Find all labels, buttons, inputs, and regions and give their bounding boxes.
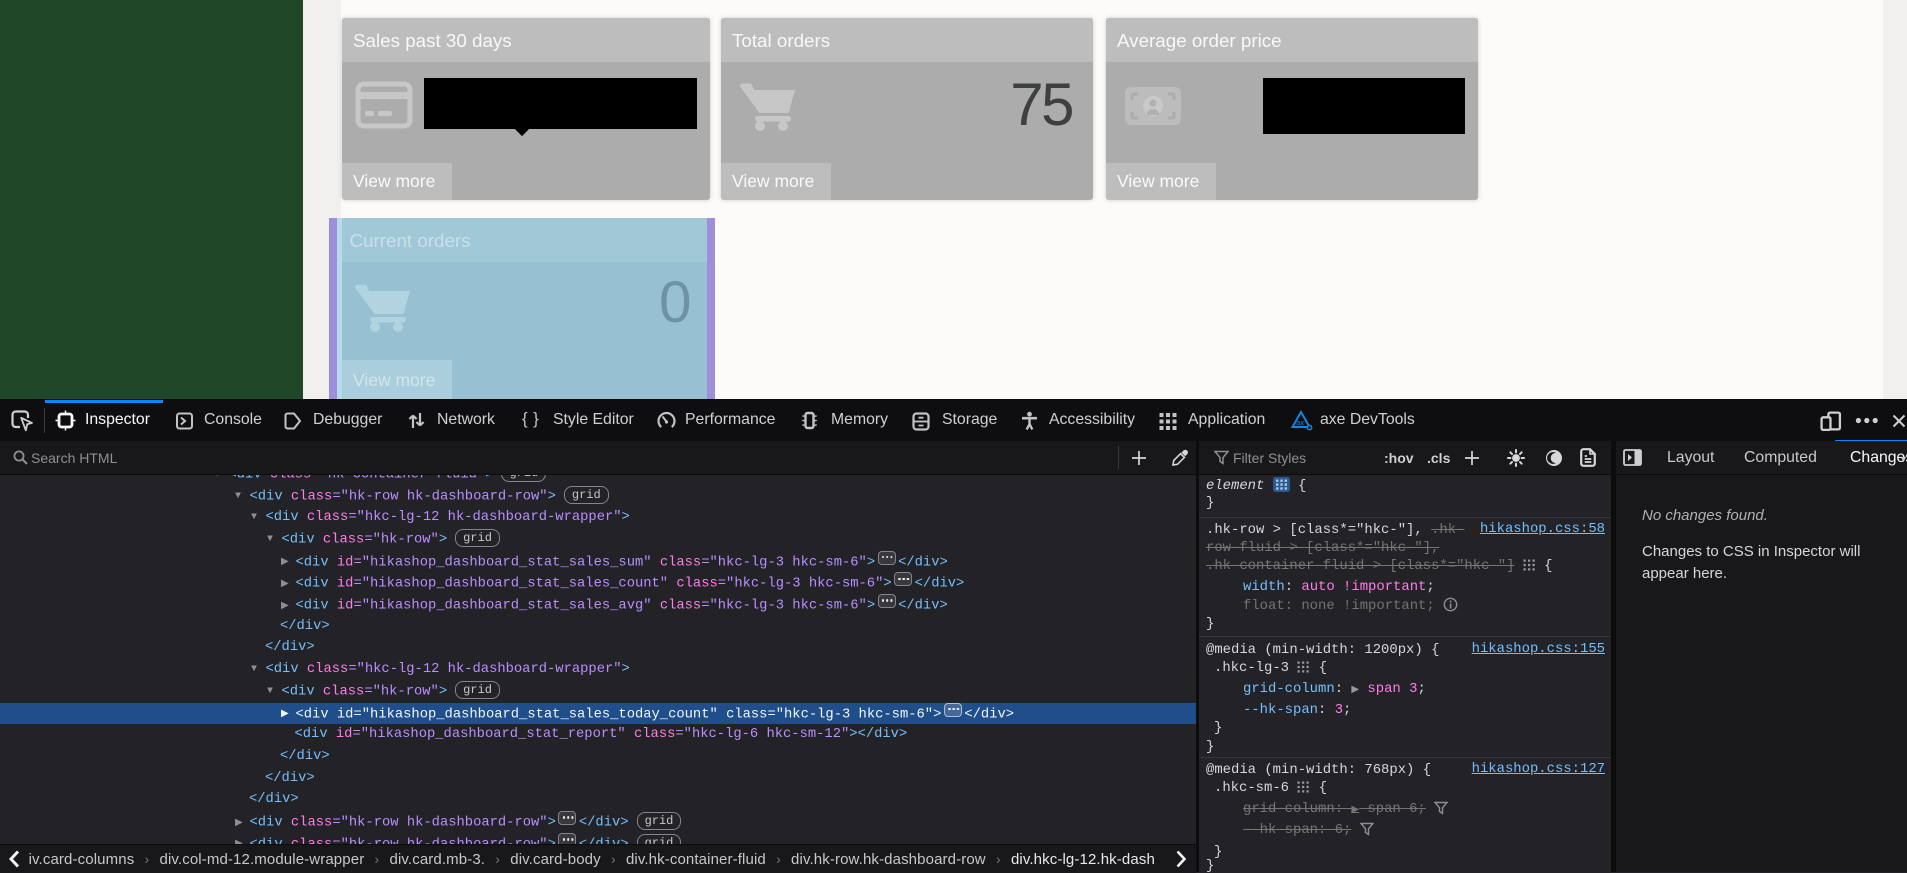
svg-text:ax: ax	[1296, 418, 1304, 427]
